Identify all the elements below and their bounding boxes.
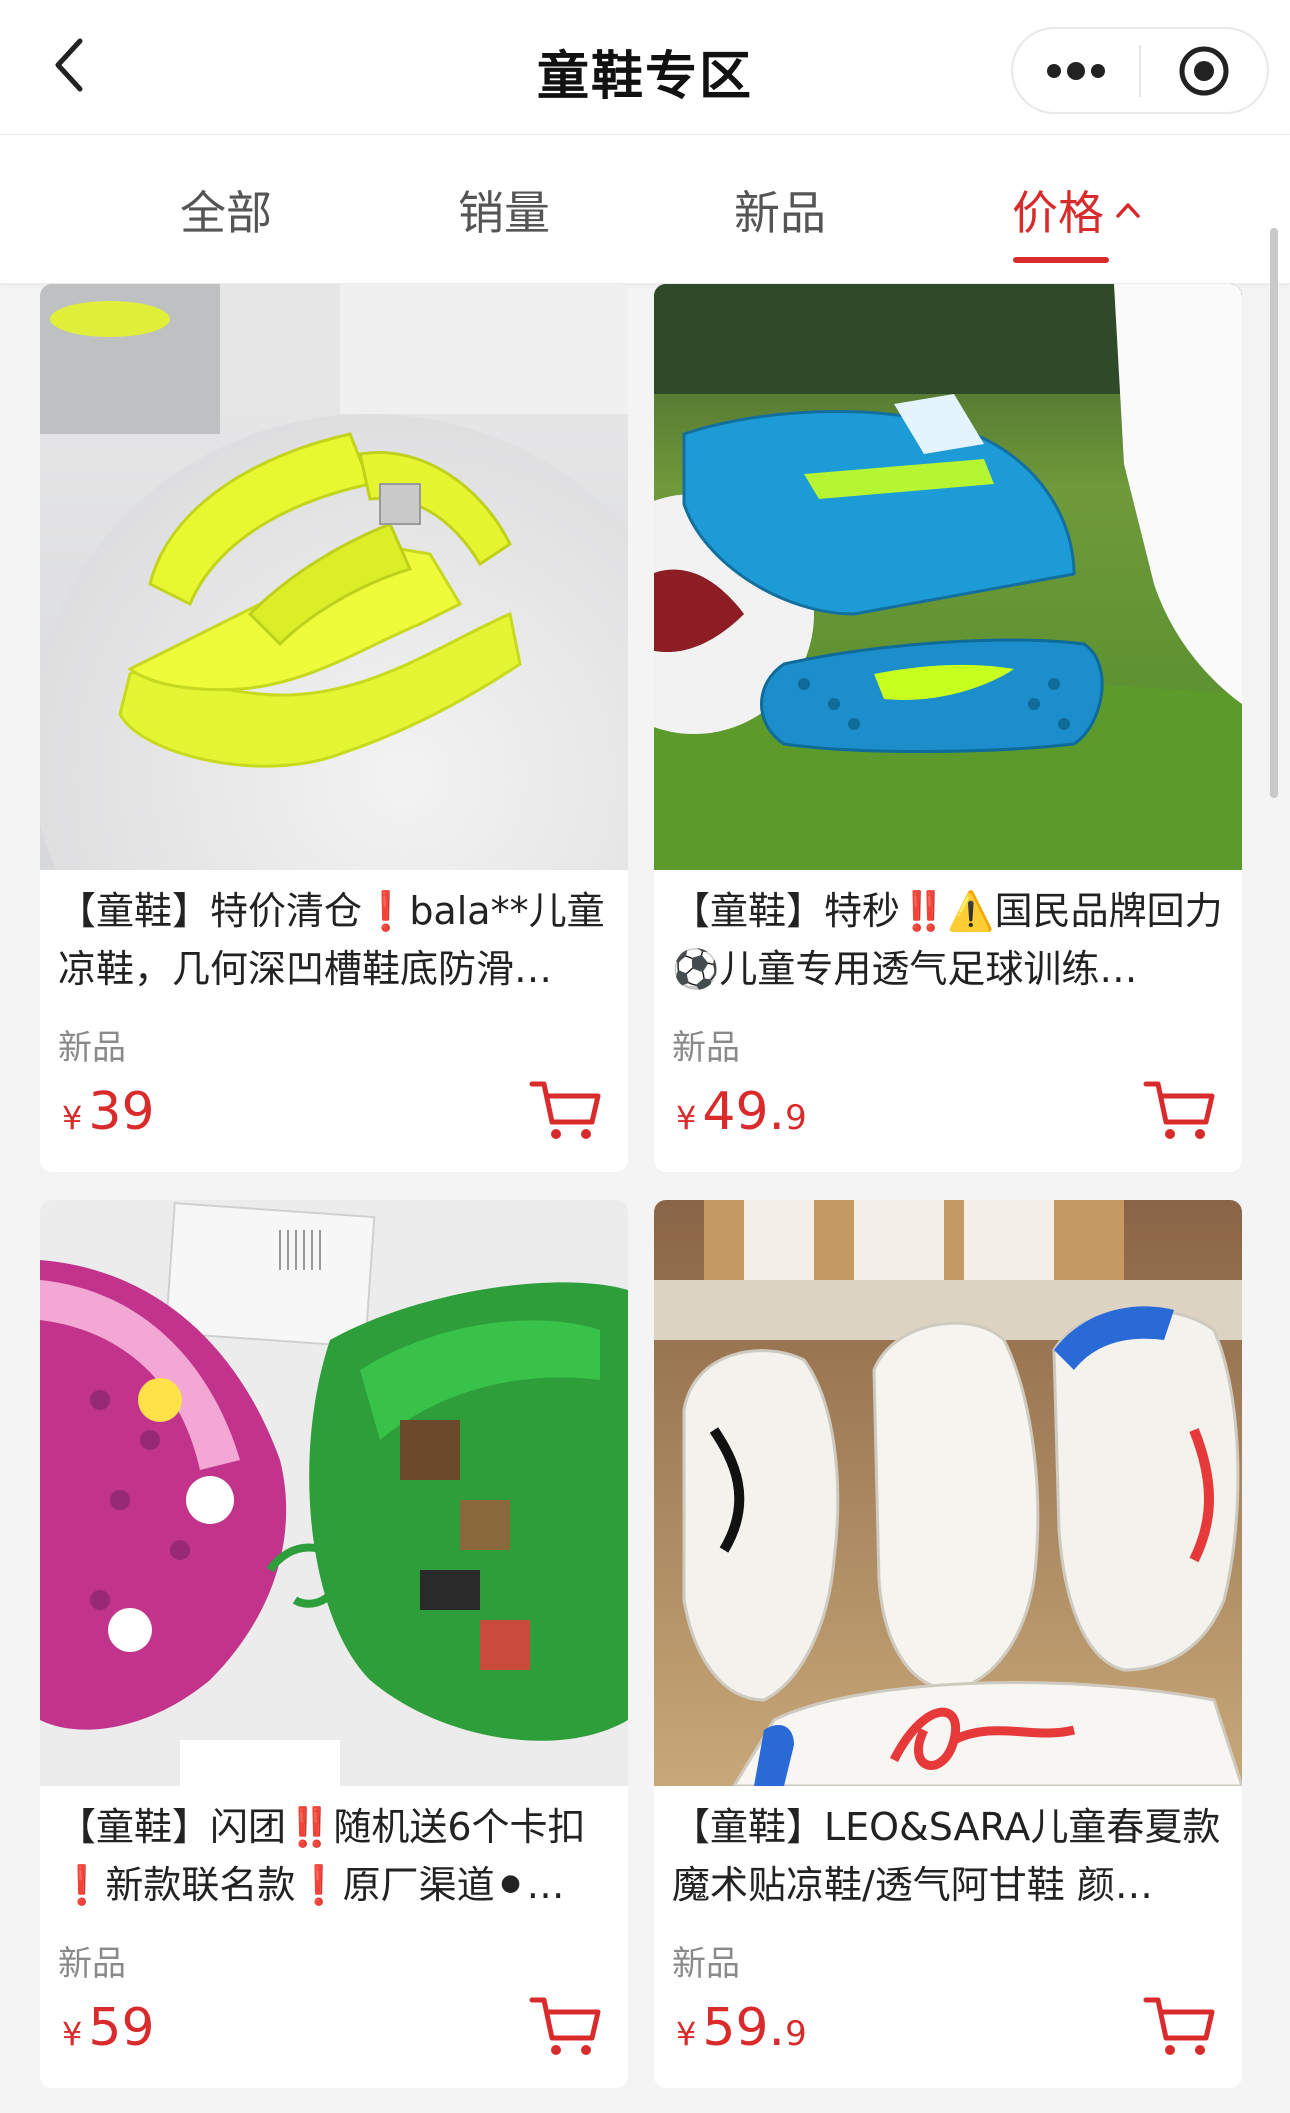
product-card[interactable]: 【童鞋】特秒‼️⚠️国民品牌回力⚽儿童专用透气足球训练… 新品 ¥ 49. 9 <box>654 284 1242 1172</box>
white-sneakers-image <box>654 1200 1242 1786</box>
currency-symbol: ¥ <box>62 1099 83 1137</box>
product-title[interactable]: 【童鞋】特价清仓❗bala**儿童凉鞋，几何深凹槽鞋底防滑… <box>58 882 610 998</box>
currency-symbol: ¥ <box>676 2015 697 2053</box>
sort-tab-bar: 全部 销量 新品 价格 <box>0 134 1290 284</box>
neon-sandal-image <box>40 284 628 870</box>
add-to-cart-button[interactable] <box>528 1990 604 2060</box>
price-decimal: 9 <box>785 2014 807 2054</box>
product-image[interactable] <box>40 1200 628 1786</box>
price-integer: 49. <box>702 1082 786 1142</box>
more-button[interactable] <box>1013 29 1139 112</box>
tab-all[interactable]: 全部 <box>180 175 272 245</box>
product-title[interactable]: 【童鞋】LEO&SARA儿童春夏款魔术贴凉鞋/透气阿甘鞋 颜… <box>672 1798 1224 1914</box>
tab-new-label: 新品 <box>734 186 826 240</box>
football-shoe-image <box>654 284 1242 870</box>
product-price: ¥ 49. 9 <box>676 1082 807 1142</box>
product-image[interactable] <box>654 1200 1242 1786</box>
cart-icon <box>529 1081 601 1139</box>
tab-sales-label: 销量 <box>458 186 550 240</box>
currency-symbol: ¥ <box>676 1099 697 1137</box>
add-to-cart-button[interactable] <box>1142 1990 1218 2060</box>
price-integer: 59. <box>702 1998 786 2058</box>
tab-sales[interactable]: 销量 <box>458 175 550 245</box>
currency-symbol: ¥ <box>62 2015 83 2053</box>
add-to-cart-button[interactable] <box>1142 1074 1218 1144</box>
product-card[interactable]: 【童鞋】闪团‼️随机送6个卡扣❗新款联名款❗原厂渠道⚫… 新品 ¥ 59 <box>40 1200 628 2088</box>
scrollbar[interactable] <box>1270 228 1278 798</box>
product-image[interactable] <box>654 284 1242 870</box>
tab-price-label: 价格 <box>1012 186 1104 240</box>
price-integer: 39 <box>88 1082 155 1142</box>
product-price: ¥ 59. 9 <box>676 1998 807 2058</box>
product-price: ¥ 39 <box>62 1082 155 1142</box>
product-title[interactable]: 【童鞋】特秒‼️⚠️国民品牌回力⚽儿童专用透气足球训练… <box>672 882 1224 998</box>
cart-icon <box>1143 1081 1215 1139</box>
target-close-icon <box>1179 46 1229 95</box>
mini-program-capsule <box>1011 27 1269 114</box>
product-tag: 新品 <box>58 1944 126 1984</box>
product-image[interactable] <box>40 284 628 870</box>
product-card[interactable]: 【童鞋】LEO&SARA儿童春夏款魔术贴凉鞋/透气阿甘鞋 颜… 新品 ¥ 59.… <box>654 1200 1242 2088</box>
product-title[interactable]: 【童鞋】闪团‼️随机送6个卡扣❗新款联名款❗原厂渠道⚫… <box>58 1798 610 1914</box>
product-tag: 新品 <box>58 1028 126 1068</box>
more-dots-icon <box>1047 61 1105 80</box>
close-mini-program-button[interactable] <box>1141 29 1267 112</box>
product-price: ¥ 59 <box>62 1998 155 2058</box>
sort-ascending-icon <box>1114 200 1142 220</box>
crocs-clogs-image <box>40 1200 628 1786</box>
tab-price[interactable]: 价格 <box>1012 175 1142 245</box>
product-tag: 新品 <box>672 1944 740 1984</box>
cart-icon <box>529 1997 601 2055</box>
add-to-cart-button[interactable] <box>528 1074 604 1144</box>
price-integer: 59 <box>88 1998 155 2058</box>
product-tag: 新品 <box>672 1028 740 1068</box>
tab-new[interactable]: 新品 <box>734 175 826 245</box>
price-decimal: 9 <box>785 1098 807 1138</box>
page: 童鞋专区 全部 销量 新品 价格 【童鞋】特价清仓❗bala**儿童凉鞋，几何深… <box>0 0 1290 2113</box>
navigation-bar: 童鞋专区 <box>0 0 1290 134</box>
active-tab-indicator <box>1013 257 1109 263</box>
tab-all-label: 全部 <box>180 186 272 240</box>
product-card[interactable]: 【童鞋】特价清仓❗bala**儿童凉鞋，几何深凹槽鞋底防滑… 新品 ¥ 39 <box>40 284 628 1172</box>
cart-icon <box>1143 1997 1215 2055</box>
